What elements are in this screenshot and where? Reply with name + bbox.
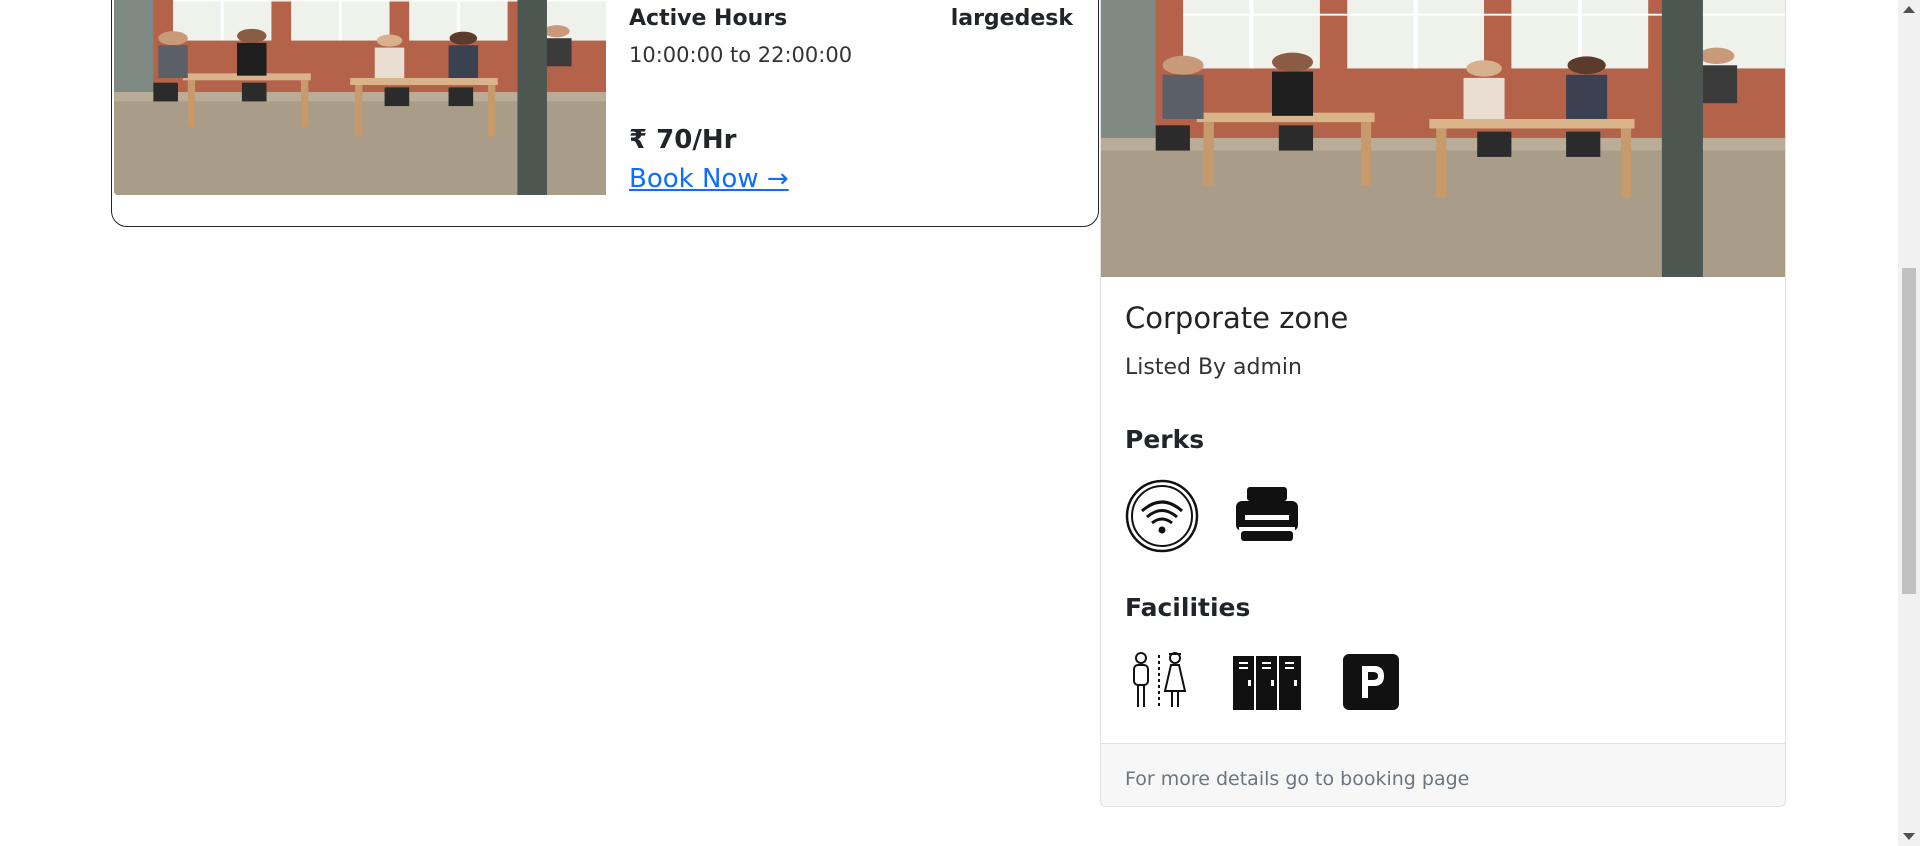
- scrollbar-thumb[interactable]: [1902, 268, 1916, 594]
- listing-photo: [114, 0, 606, 195]
- zone-title: Corporate zone: [1125, 301, 1349, 335]
- footer-text: For more details go to booking page: [1125, 768, 1470, 790]
- restroom-icon: [1133, 652, 1187, 709]
- printer-icon: [1236, 487, 1298, 541]
- price-value: ₹ 70/Hr: [629, 125, 737, 155]
- lockers-icon: [1233, 656, 1301, 710]
- listed-by: Listed By admin: [1125, 355, 1302, 380]
- scroll-up-arrow-icon[interactable]: [1903, 6, 1915, 13]
- listing-card: Active Hours largedesk 10:00:00 to 22:00…: [111, 0, 1099, 227]
- wifi-icon: [1125, 479, 1199, 553]
- scroll-down-arrow-icon[interactable]: [1903, 833, 1915, 840]
- zone-card: Corporate zone Listed By admin Perks Fac…: [1100, 0, 1786, 807]
- parking-icon: [1343, 654, 1399, 710]
- hours-value: 10:00:00 to 22:00:00: [629, 43, 853, 67]
- zone-card-footer: For more details go to booking page: [1101, 743, 1785, 806]
- vertical-scrollbar[interactable]: [1898, 0, 1920, 846]
- active-hours-label: Active Hours: [629, 6, 788, 31]
- perks-heading: Perks: [1125, 425, 1205, 454]
- zone-photo: [1101, 0, 1785, 277]
- book-now-link[interactable]: Book Now →: [629, 164, 789, 194]
- facilities-heading: Facilities: [1125, 593, 1251, 622]
- desk-type-label: largedesk: [950, 6, 1073, 31]
